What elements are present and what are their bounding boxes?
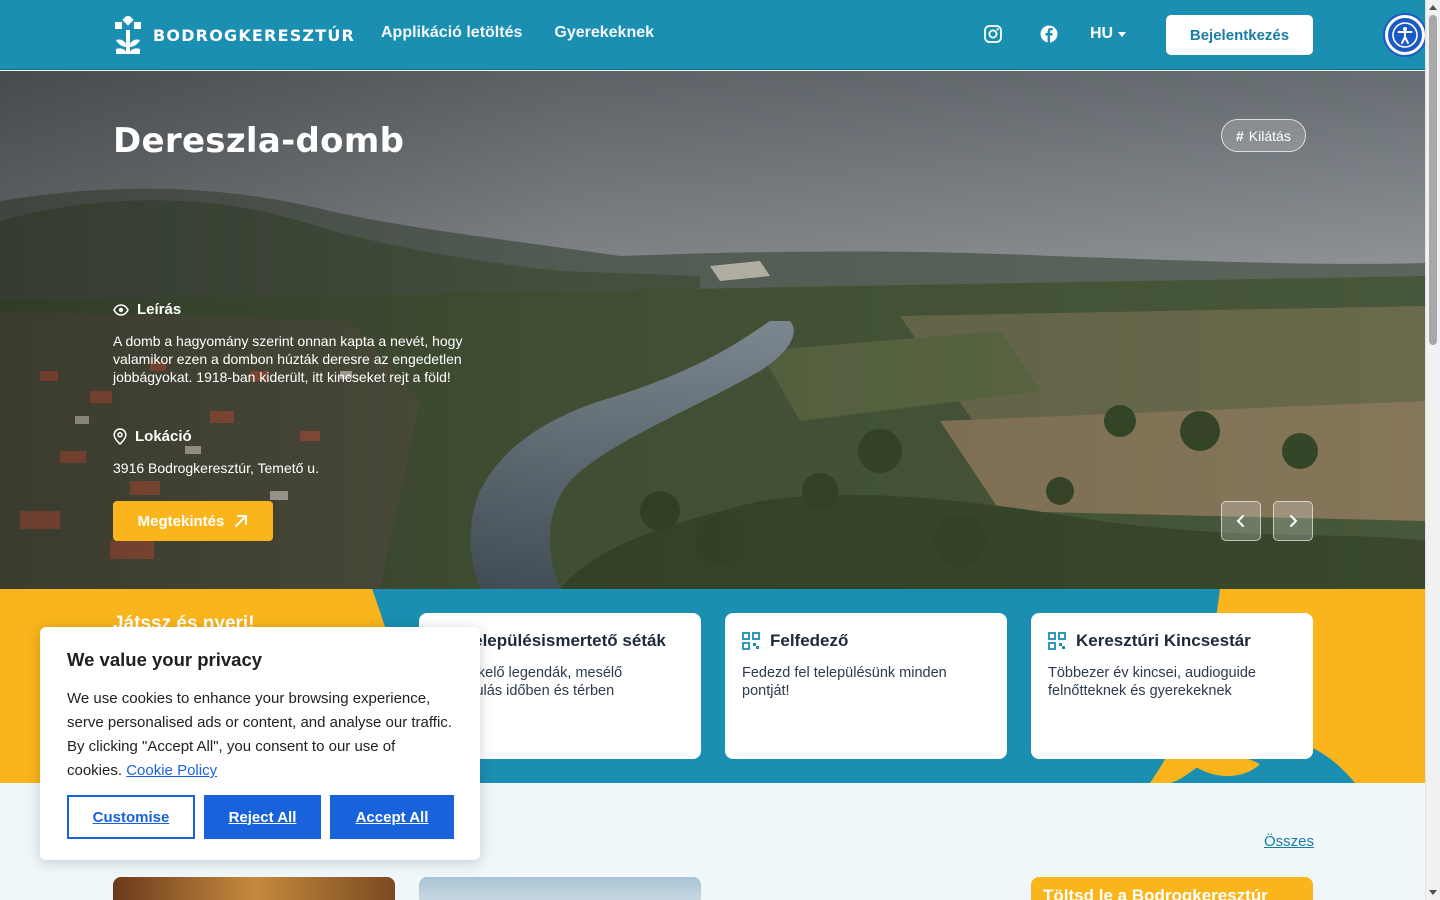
accessibility-button[interactable] bbox=[1385, 15, 1425, 55]
language-selector[interactable]: HU bbox=[1090, 25, 1127, 43]
hero-title: Dereszla-domb bbox=[113, 121, 405, 161]
eye-icon bbox=[113, 303, 129, 316]
accept-all-button[interactable]: Accept All bbox=[330, 795, 454, 839]
accessibility-icon bbox=[1392, 22, 1418, 48]
slider-next-button[interactable] bbox=[1273, 501, 1313, 541]
chevron-left-icon bbox=[1236, 515, 1244, 527]
card-title-text: Felfedező bbox=[770, 631, 849, 650]
nav-app-download[interactable]: Applikáció letöltés bbox=[381, 24, 522, 42]
top-navbar: BODROGKERESZTÚR Applikáció letöltés Gyer… bbox=[0, 0, 1425, 70]
qr-icon bbox=[742, 632, 760, 650]
facebook-icon[interactable] bbox=[1039, 24, 1059, 44]
view-button[interactable]: Megtekintés bbox=[113, 501, 273, 541]
reject-all-button[interactable]: Reject All bbox=[204, 795, 321, 839]
app-promo-text: Töltsd le a Bodrogkeresztúr bbox=[1043, 886, 1268, 900]
location-heading: Lokáció bbox=[113, 428, 192, 445]
nav-kids[interactable]: Gyerekeknek bbox=[554, 24, 654, 42]
logo-text: BODROGKERESZTÚR bbox=[153, 25, 356, 45]
customise-button[interactable]: Customise bbox=[67, 795, 195, 839]
location-text: 3916 Bodrogkeresztúr, Temető u. bbox=[113, 460, 319, 476]
main-nav: Applikáció letöltés Gyerekeknek bbox=[381, 24, 654, 42]
listing-tile[interactable] bbox=[113, 877, 395, 900]
qr-icon bbox=[1048, 632, 1066, 650]
description-heading: Leírás bbox=[113, 301, 181, 318]
cookie-consent-banner: We value your privacy We use cookies to … bbox=[40, 627, 480, 860]
scrollbar-thumb[interactable] bbox=[1429, 15, 1437, 345]
slider-prev-button[interactable] bbox=[1221, 501, 1261, 541]
chevron-down-icon bbox=[1118, 31, 1127, 37]
arrow-up-right-icon bbox=[235, 515, 248, 527]
description-label: Leírás bbox=[137, 301, 182, 318]
card-title-text: Keresztúri Kincsestár bbox=[1076, 631, 1251, 650]
app-promo-card[interactable]: Töltsd le a Bodrogkeresztúr bbox=[1031, 877, 1313, 900]
cookie-buttons: Customise Reject All Accept All bbox=[67, 795, 454, 839]
card-title: Felfedező bbox=[742, 631, 990, 651]
card-treasury[interactable]: Keresztúri Kincsestár Többezer év kincse… bbox=[1031, 613, 1313, 759]
cookie-policy-link[interactable]: Cookie Policy bbox=[126, 762, 217, 779]
map-pin-icon bbox=[113, 428, 127, 445]
card-explorer[interactable]: Felfedező Fedezd fel településünk minden… bbox=[725, 613, 1007, 759]
category-tag-label: Kilátás bbox=[1248, 127, 1291, 144]
logo-icon bbox=[115, 16, 141, 54]
card-title: Keresztúri Kincsestár bbox=[1048, 631, 1296, 651]
instagram-icon[interactable] bbox=[983, 24, 1003, 44]
site-logo[interactable]: BODROGKERESZTÚR bbox=[113, 16, 355, 54]
hero-slider: Dereszla-domb # Kilátás Leírás A domb a … bbox=[0, 71, 1425, 589]
login-button[interactable]: Bejelentkezés bbox=[1166, 15, 1313, 55]
see-all-link[interactable]: Összes bbox=[1264, 833, 1314, 850]
scroll-down-icon[interactable] bbox=[1429, 890, 1437, 895]
card-title-text: Településismertető séták bbox=[464, 631, 666, 650]
scroll-up-icon[interactable] bbox=[1429, 5, 1437, 10]
category-tag[interactable]: # Kilátás bbox=[1221, 119, 1306, 152]
hash-icon: # bbox=[1236, 127, 1244, 144]
page-scrollbar[interactable] bbox=[1425, 0, 1440, 900]
cookie-body: We use cookies to enhance your browsing … bbox=[67, 690, 452, 779]
view-button-label: Megtekintés bbox=[137, 512, 225, 530]
language-label: HU bbox=[1090, 25, 1114, 42]
cookie-title: We value your privacy bbox=[67, 649, 263, 670]
page: BODROGKERESZTÚR Applikáció letöltés Gyer… bbox=[0, 0, 1425, 900]
description-text: A domb a hagyomány szerint onnan kapta a… bbox=[113, 333, 463, 385]
card-text: Többezer év kincsei, audioguide felnőtte… bbox=[1048, 665, 1256, 699]
chevron-right-icon bbox=[1290, 515, 1298, 527]
card-text: Fedezd fel településünk minden pontját! bbox=[742, 665, 947, 699]
listing-tile[interactable] bbox=[419, 877, 701, 900]
cookie-text: We use cookies to enhance your browsing … bbox=[67, 687, 453, 783]
location-label: Lokáció bbox=[135, 428, 192, 445]
